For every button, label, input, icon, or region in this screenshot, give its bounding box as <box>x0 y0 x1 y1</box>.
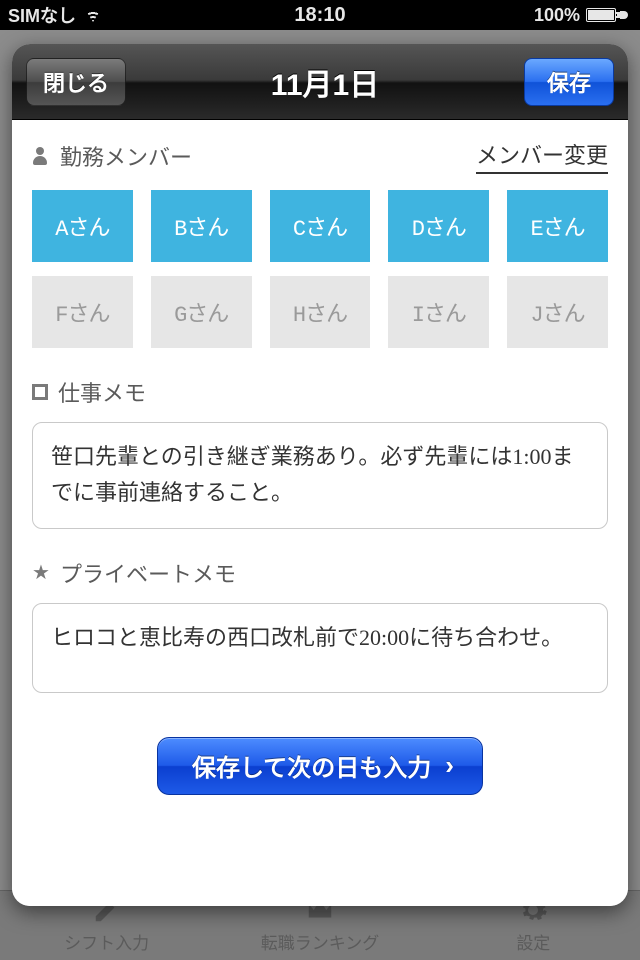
battery-icon <box>586 8 616 22</box>
section-private-memo-label: プライベートメモ <box>60 557 236 589</box>
member-chip[interactable]: Gさん <box>151 276 252 348</box>
work-memo-field[interactable]: 笹口先輩との引き継ぎ業務あり。必ず先輩には1:00までに事前連絡すること。 <box>32 422 608 529</box>
section-members-label: 勤務メンバー <box>60 140 192 172</box>
save-and-next-day-label: 保存して次の日も入力 <box>192 748 431 783</box>
save-and-next-day-button[interactable]: 保存して次の日も入力 › <box>157 737 483 795</box>
status-bar: SIMなし 18:10 100% <box>0 0 640 30</box>
battery-percent: 100% <box>534 5 580 26</box>
member-chip[interactable]: Fさん <box>32 276 133 348</box>
member-chip[interactable]: Dさん <box>388 190 489 262</box>
clock: 18:10 <box>294 4 345 27</box>
square-icon <box>32 384 48 400</box>
wifi-icon <box>84 8 102 22</box>
member-chip[interactable]: Cさん <box>270 190 371 262</box>
close-button[interactable]: 閉じる <box>26 58 126 106</box>
charging-icon <box>620 8 632 22</box>
close-button-label: 閉じる <box>43 66 109 98</box>
private-memo-field[interactable]: ヒロコと恵比寿の西口改札前で20:00に待ち合わせ。 <box>32 603 608 693</box>
members-grid: Aさん Bさん Cさん Dさん Eさん Fさん Gさん Hさん Iさん Jさん <box>32 190 608 348</box>
chevron-right-icon: › <box>445 750 454 781</box>
person-icon <box>32 147 50 165</box>
modal-title: 11月1日 <box>271 60 379 104</box>
modal-header: 閉じる 11月1日 保存 <box>12 44 628 120</box>
member-chip[interactable]: Hさん <box>270 276 371 348</box>
section-private-memo-header: ★ プライベートメモ <box>32 557 608 589</box>
member-chip[interactable]: Iさん <box>388 276 489 348</box>
save-button[interactable]: 保存 <box>524 58 614 106</box>
section-work-memo-label: 仕事メモ <box>58 376 146 408</box>
carrier-label: SIMなし <box>8 2 76 28</box>
member-change-link[interactable]: メンバー変更 <box>476 138 608 174</box>
member-chip[interactable]: Jさん <box>507 276 608 348</box>
section-work-memo-header: 仕事メモ <box>32 376 608 408</box>
section-members-header: 勤務メンバー メンバー変更 <box>32 138 608 174</box>
member-chip[interactable]: Bさん <box>151 190 252 262</box>
day-edit-modal: 閉じる 11月1日 保存 勤務メンバー メンバー変更 Aさん Bさん Cさん D… <box>12 44 628 906</box>
member-chip[interactable]: Eさん <box>507 190 608 262</box>
member-chip[interactable]: Aさん <box>32 190 133 262</box>
star-icon: ★ <box>32 564 50 582</box>
save-button-label: 保存 <box>547 66 591 98</box>
modal-body: 勤務メンバー メンバー変更 Aさん Bさん Cさん Dさん Eさん Fさん Gさ… <box>12 120 628 906</box>
